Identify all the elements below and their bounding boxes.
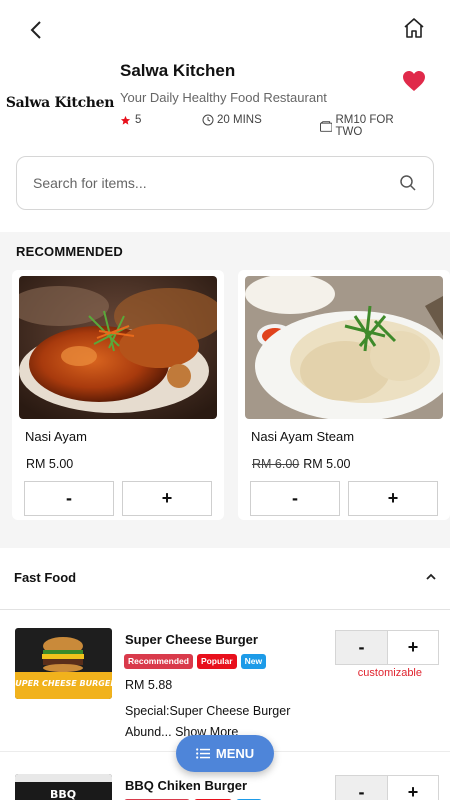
menu-button-label: MENU — [215, 746, 255, 761]
delivery-time-value: 20 MINS — [217, 114, 262, 126]
cost-for-two: RM10 FOR TWO — [320, 114, 420, 138]
clock-icon — [202, 114, 214, 126]
favorite-button[interactable] — [402, 70, 428, 94]
home-button[interactable] — [400, 14, 428, 42]
top-bar — [0, 0, 450, 56]
food-image: BBQ — [15, 774, 112, 800]
price-original: RM 6.00 — [252, 457, 300, 471]
quantity-stepper: - + — [335, 775, 439, 800]
search-icon[interactable] — [399, 174, 417, 192]
recommended-section: RECOMMENDED Nasi Ayam RM 5.00 - + Nasi A… — [0, 232, 450, 548]
recommended-title: RECOMMENDED — [16, 244, 123, 259]
decrement-button[interactable]: - — [336, 631, 387, 664]
food-name: Nasi Ayam Steam — [251, 429, 355, 444]
home-icon — [404, 18, 424, 38]
restaurant-tagline: Your Daily Healthy Food Restaurant — [120, 90, 327, 105]
item-name: Super Cheese Burger — [125, 632, 258, 647]
wallet-icon — [320, 120, 333, 132]
menu-button[interactable]: MENU — [176, 735, 274, 772]
restaurant-meta: 5 20 MINS RM10 FOR TWO — [120, 114, 420, 138]
list-icon — [195, 748, 210, 759]
image-caption: BBQ — [50, 788, 76, 800]
menu-item[interactable]: SUPER CHEESE BURGER Super Cheese Burger … — [0, 612, 450, 752]
recommended-card[interactable]: Nasi Ayam RM 5.00 - + — [12, 270, 224, 520]
item-name: BBQ Chiken Burger — [125, 778, 248, 793]
chevron-up-icon[interactable] — [424, 570, 438, 584]
food-price: RM 6.00 RM 5.00 — [252, 457, 351, 471]
rating: 5 — [120, 114, 141, 126]
category-header[interactable]: Fast Food — [0, 560, 450, 610]
price-current: RM 5.00 — [303, 457, 351, 471]
increment-button[interactable]: + — [386, 776, 438, 800]
restaurant-header: Salwa Kitchen Salwa Kitchen Your Daily H… — [0, 56, 450, 146]
customizable-label: customizable — [357, 667, 422, 679]
decrement-button[interactable]: - — [336, 776, 387, 800]
category-title: Fast Food — [14, 570, 77, 585]
back-button[interactable] — [22, 16, 50, 44]
decrement-button[interactable]: - — [250, 481, 340, 516]
heart-icon — [403, 71, 425, 91]
food-image: SUPER CHEESE BURGER — [15, 628, 112, 699]
quantity-stepper: - + — [335, 630, 439, 665]
search-input[interactable] — [33, 157, 393, 209]
increment-button[interactable]: + — [122, 481, 212, 516]
badge-recommended: Recommended — [124, 654, 193, 669]
cost-value: RM10 FOR TWO — [335, 114, 394, 138]
increment-button[interactable]: + — [348, 481, 438, 516]
restaurant-logo: Salwa Kitchen — [5, 95, 115, 111]
food-price: RM 5.00 — [26, 457, 73, 471]
badge-new: New — [240, 654, 267, 669]
increment-button[interactable]: + — [386, 631, 438, 664]
food-name: Nasi Ayam — [25, 429, 87, 444]
star-icon — [120, 115, 131, 125]
chevron-left-icon — [30, 21, 41, 39]
badge-popular: Popular — [196, 654, 237, 669]
recommended-card[interactable]: Nasi Ayam Steam RM 6.00 RM 5.00 - + — [238, 270, 450, 520]
delivery-time: 20 MINS — [202, 114, 262, 126]
item-price: RM 5.88 — [125, 678, 173, 692]
decrement-button[interactable]: - — [24, 481, 114, 516]
food-image — [19, 276, 217, 419]
restaurant-name: Salwa Kitchen — [120, 61, 236, 80]
food-image — [245, 276, 443, 419]
badge-list: Recommended Popular New — [124, 654, 267, 669]
price-current: RM 5.00 — [26, 457, 74, 471]
image-caption: SUPER CHEESE BURGER — [15, 679, 112, 688]
search-bar — [16, 156, 434, 210]
rating-value: 5 — [135, 114, 142, 126]
